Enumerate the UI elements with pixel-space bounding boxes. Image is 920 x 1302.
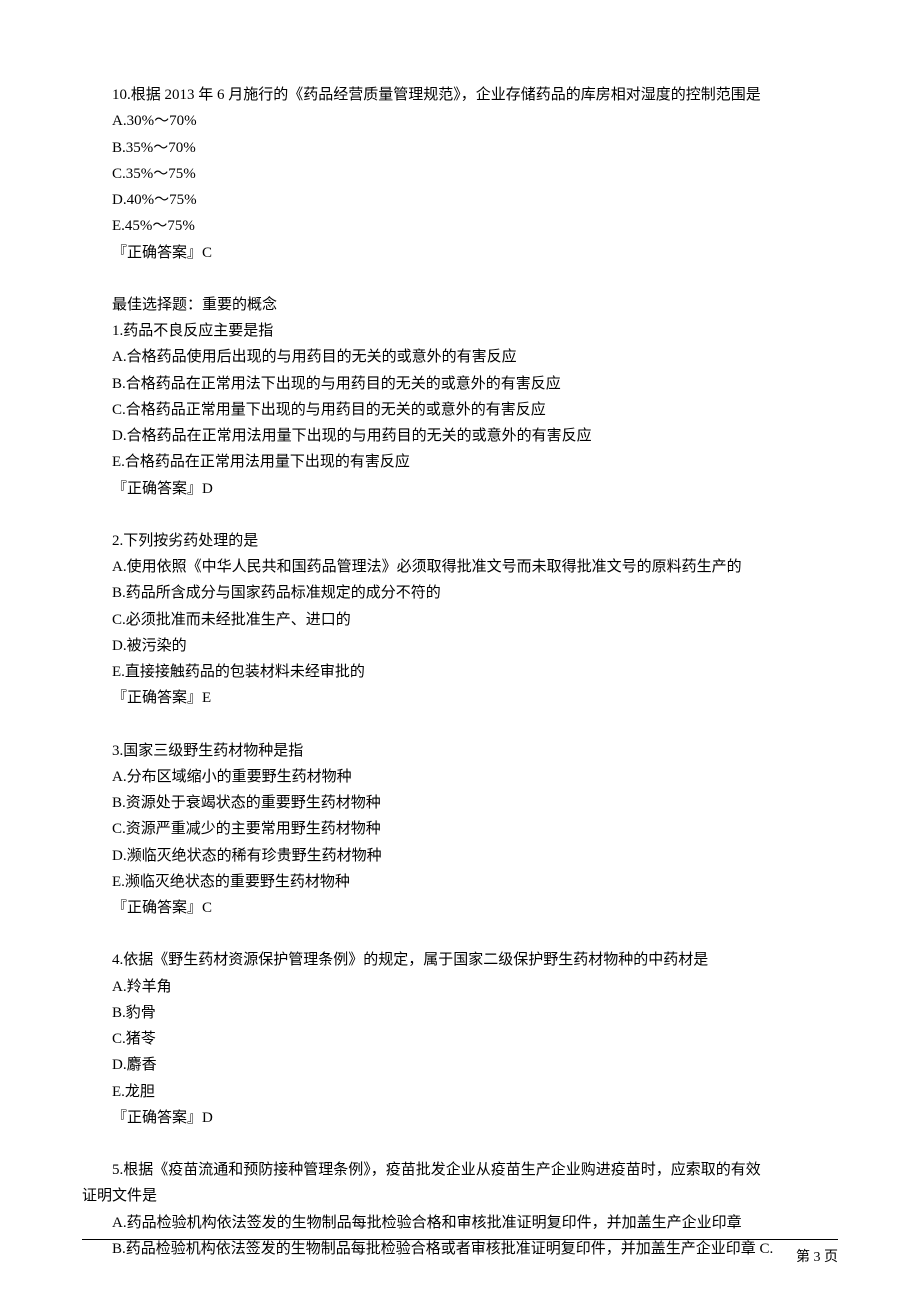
question-1: 最佳选择题：重要的概念 1.药品不良反应主要是指 A.合格药品使用后出现的与用药… — [82, 292, 838, 502]
q2-option-e: E.直接接触药品的包装材料未经审批的 — [82, 659, 838, 685]
q1-option-c: C.合格药品正常用量下出现的与用药目的无关的或意外的有害反应 — [82, 397, 838, 423]
q10-option-a: A.30%～70% — [82, 108, 838, 134]
q1-stem: 1.药品不良反应主要是指 — [82, 318, 838, 344]
q5-stem-line1: 5.根据《疫苗流通和预防接种管理条例》，疫苗批发企业从疫苗生产企业购进疫苗时，应… — [82, 1157, 838, 1183]
q2-answer: 『正确答案』E — [82, 685, 838, 711]
q10-option-b: B.35%～70% — [82, 135, 838, 161]
q4-option-d: D.麝香 — [82, 1052, 838, 1078]
page-number: 第 3 页 — [796, 1246, 838, 1271]
q10-option-c: C.35%～75% — [82, 161, 838, 187]
q4-option-b: B.豹骨 — [82, 1000, 838, 1026]
q3-option-a: A.分布区域缩小的重要野生药材物种 — [82, 764, 838, 790]
footer-divider — [82, 1239, 838, 1240]
question-10: 10.根据 2013 年 6 月施行的《药品经营质量管理规范》，企业存储药品的库… — [82, 82, 838, 266]
q1-option-b: B.合格药品在正常用法下出现的与用药目的无关的或意外的有害反应 — [82, 371, 838, 397]
question-5: 5.根据《疫苗流通和预防接种管理条例》，疫苗批发企业从疫苗生产企业购进疫苗时，应… — [82, 1157, 838, 1262]
q3-answer: 『正确答案』C — [82, 895, 838, 921]
q3-option-e: E.濒临灭绝状态的重要野生药材物种 — [82, 869, 838, 895]
q5-option-a: A.药品检验机构依法签发的生物制品每批检验合格和审核批准证明复印件，并加盖生产企… — [82, 1210, 838, 1236]
question-4: 4.依据《野生药材资源保护管理条例》的规定，属于国家二级保护野生药材物种的中药材… — [82, 947, 838, 1131]
q10-option-d: D.40%～75% — [82, 187, 838, 213]
q2-stem: 2.下列按劣药处理的是 — [82, 528, 838, 554]
question-3: 3.国家三级野生药材物种是指 A.分布区域缩小的重要野生药材物种 B.资源处于衰… — [82, 738, 838, 922]
section-header: 最佳选择题：重要的概念 — [82, 292, 838, 318]
q10-stem: 10.根据 2013 年 6 月施行的《药品经营质量管理规范》，企业存储药品的库… — [82, 82, 838, 108]
q4-option-c: C.猪苓 — [82, 1026, 838, 1052]
q1-option-e: E.合格药品在正常用法用量下出现的有害反应 — [82, 449, 838, 475]
q1-option-a: A.合格药品使用后出现的与用药目的无关的或意外的有害反应 — [82, 344, 838, 370]
q4-answer: 『正确答案』D — [82, 1105, 838, 1131]
q2-option-c: C.必须批准而未经批准生产、进口的 — [82, 607, 838, 633]
q3-option-b: B.资源处于衰竭状态的重要野生药材物种 — [82, 790, 838, 816]
question-2: 2.下列按劣药处理的是 A.使用依照《中华人民共和国药品管理法》必须取得批准文号… — [82, 528, 838, 712]
q1-option-d: D.合格药品在正常用法用量下出现的与用药目的无关的或意外的有害反应 — [82, 423, 838, 449]
q4-option-a: A.羚羊角 — [82, 974, 838, 1000]
q10-option-e: E.45%～75% — [82, 213, 838, 239]
q3-option-c: C.资源严重减少的主要常用野生药材物种 — [82, 816, 838, 842]
q4-option-e: E.龙胆 — [82, 1079, 838, 1105]
q3-stem: 3.国家三级野生药材物种是指 — [82, 738, 838, 764]
q5-stem-line2: 证明文件是 — [82, 1183, 838, 1209]
q3-option-d: D.濒临灭绝状态的稀有珍贵野生药材物种 — [82, 843, 838, 869]
q10-answer: 『正确答案』C — [82, 240, 838, 266]
q2-option-b: B.药品所含成分与国家药品标准规定的成分不符的 — [82, 580, 838, 606]
q2-option-a: A.使用依照《中华人民共和国药品管理法》必须取得批准文号而未取得批准文号的原料药… — [82, 554, 838, 580]
q1-answer: 『正确答案』D — [82, 476, 838, 502]
q2-option-d: D.被污染的 — [82, 633, 838, 659]
q4-stem: 4.依据《野生药材资源保护管理条例》的规定，属于国家二级保护野生药材物种的中药材… — [82, 947, 838, 973]
